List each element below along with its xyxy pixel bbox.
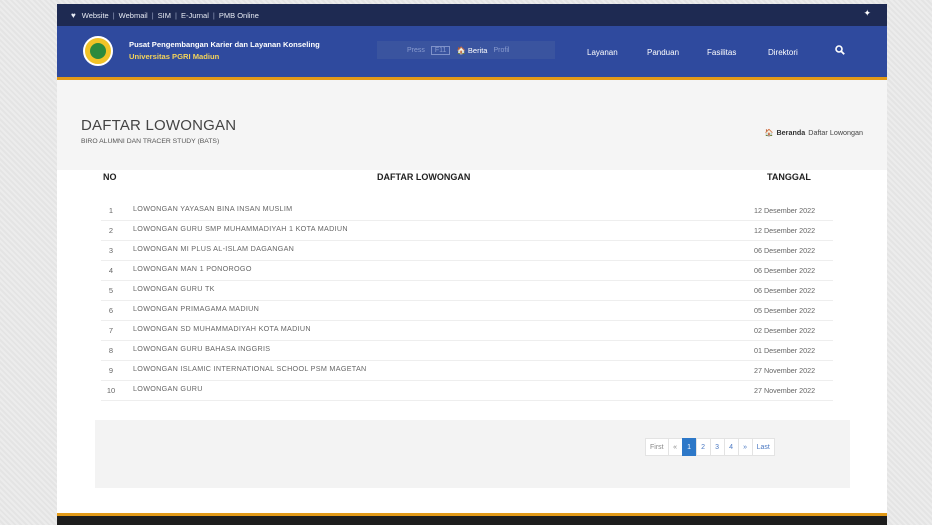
- row-date: 06 Desember 2022: [754, 286, 816, 295]
- page-button-3[interactable]: 3: [709, 438, 725, 456]
- brand-title: Pusat Pengembangan Karier dan Layanan Ko…: [129, 40, 320, 49]
- row-date: 27 November 2022: [754, 366, 816, 375]
- job-link[interactable]: LOWONGAN MAN 1 PONOROGO: [133, 264, 252, 273]
- top-link-sim[interactable]: SIM: [158, 11, 171, 20]
- row-number: 10: [106, 386, 116, 395]
- page-button-2[interactable]: 2: [695, 438, 711, 456]
- home-icon: 🏠: [456, 45, 466, 55]
- separator: |: [212, 10, 215, 20]
- row-date: 06 Desember 2022: [754, 266, 816, 275]
- breadcrumb: 🏠 Beranda Daftar Lowongan: [765, 128, 863, 137]
- job-link[interactable]: LOWONGAN SD MUHAMMADIYAH KOTA MADIUN: [133, 324, 311, 333]
- row-number: 1: [108, 206, 114, 215]
- row-date: 05 Desember 2022: [754, 306, 816, 315]
- top-link-website[interactable]: Website: [82, 11, 109, 20]
- row-number: 2: [108, 226, 114, 235]
- page-container: ♥ Website | Webmail | SIM | E-Jurnal | P…: [57, 4, 887, 525]
- row-date: 02 Desember 2022: [754, 326, 816, 335]
- table-row: 2 LOWONGAN GURU SMP MUHAMMADIYAH 1 KOTA …: [101, 220, 833, 241]
- row-number: 8: [108, 346, 114, 355]
- row-date: 12 Desember 2022: [754, 226, 816, 235]
- page-first-button[interactable]: First: [645, 438, 669, 456]
- breadcrumb-current: Daftar Lowongan: [808, 128, 863, 137]
- row-date: 01 Desember 2022: [754, 346, 816, 355]
- job-link[interactable]: LOWONGAN ISLAMIC INTERNATIONAL SCHOOL PS…: [133, 364, 367, 373]
- table-row: 5 LOWONGAN GURU TK 06 Desember 2022: [101, 280, 833, 301]
- job-link[interactable]: LOWONGAN GURU BAHASA INGGRIS: [133, 344, 270, 353]
- row-number: 5: [108, 286, 114, 295]
- table-row: 1 LOWONGAN YAYASAN BINA INSAN MUSLIM 12 …: [101, 200, 833, 221]
- top-link-webmail[interactable]: Webmail: [119, 11, 148, 20]
- top-link-pmb[interactable]: PMB Online: [219, 11, 259, 20]
- job-link[interactable]: LOWONGAN GURU SMP MUHAMMADIYAH 1 KOTA MA…: [133, 224, 348, 233]
- row-number: 4: [108, 266, 114, 275]
- page-prev-button[interactable]: «: [667, 438, 683, 456]
- nav-berita[interactable]: 🏠 Berita: [456, 46, 487, 55]
- table-row: 6 LOWONGAN PRIMAGAMA MADIUN 05 Desember …: [101, 300, 833, 321]
- row-date: 12 Desember 2022: [754, 206, 816, 215]
- nav-panduan[interactable]: Panduan: [647, 48, 679, 57]
- page-next-button[interactable]: »: [737, 438, 753, 456]
- row-date: 27 November 2022: [754, 386, 816, 395]
- row-number: 9: [108, 366, 114, 375]
- separator: |: [151, 10, 154, 20]
- job-link[interactable]: LOWONGAN YAYASAN BINA INSAN MUSLIM: [133, 204, 292, 213]
- job-link[interactable]: LOWONGAN GURU: [133, 384, 203, 393]
- page-last-button[interactable]: Last: [751, 438, 775, 456]
- top-links: ♥ Website | Webmail | SIM | E-Jurnal | P…: [71, 4, 259, 26]
- row-number: 7: [108, 326, 114, 335]
- column-header-tanggal: TANGGAL: [767, 172, 811, 182]
- brand-text[interactable]: Pusat Pengembangan Karier dan Layanan Ko…: [129, 39, 320, 63]
- pagination: First « 1 2 3 4 » Last: [645, 438, 775, 456]
- page-button-1[interactable]: 1: [681, 438, 697, 456]
- job-link[interactable]: LOWONGAN PRIMAGAMA MADIUN: [133, 304, 259, 313]
- table-row: 7 LOWONGAN SD MUHAMMADIYAH KOTA MADIUN 0…: [101, 320, 833, 341]
- scroll-top-icon[interactable]: ✦: [863, 8, 871, 19]
- fullscreen-hint: Press F11 🏠 Berita Profil: [377, 41, 555, 59]
- logo-emblem-icon: [90, 43, 106, 59]
- nav-profil[interactable]: Profil: [493, 47, 509, 54]
- hint-key: F11: [430, 45, 451, 55]
- column-header-lowongan: DAFTAR LOWONGAN: [377, 172, 471, 182]
- page-title: DAFTAR LOWONGAN: [81, 117, 237, 134]
- column-header-no: NO: [103, 172, 117, 182]
- table-row: 9 LOWONGAN ISLAMIC INTERNATIONAL SCHOOL …: [101, 360, 833, 381]
- site-footer: [57, 513, 887, 525]
- breadcrumb-home[interactable]: Beranda: [776, 128, 805, 137]
- job-link[interactable]: LOWONGAN MI PLUS AL-ISLAM DAGANGAN: [133, 244, 294, 253]
- nav-layanan[interactable]: Layanan: [587, 48, 618, 57]
- page-button-4[interactable]: 4: [723, 438, 739, 456]
- page-subtitle: BIRO ALUMNI DAN TRACER STUDY (BATS): [81, 138, 220, 145]
- brand-subtitle: Universitas PGRI Madiun: [129, 52, 220, 61]
- hint-press: Press: [407, 46, 425, 54]
- location-pin-icon: ♥: [71, 10, 76, 20]
- row-number: 6: [108, 306, 114, 315]
- nav-fasilitas[interactable]: Fasilitas: [707, 48, 736, 57]
- row-date: 06 Desember 2022: [754, 246, 816, 255]
- table-row: 10 LOWONGAN GURU 27 November 2022: [101, 380, 833, 401]
- separator: |: [175, 10, 177, 20]
- table-row: 8 LOWONGAN GURU BAHASA INGGRIS 01 Desemb…: [101, 340, 833, 361]
- table-row: 3 LOWONGAN MI PLUS AL-ISLAM DAGANGAN 06 …: [101, 240, 833, 261]
- top-bar: ♥ Website | Webmail | SIM | E-Jurnal | P…: [57, 4, 887, 26]
- site-header: Pusat Pengembangan Karier dan Layanan Ko…: [57, 26, 887, 80]
- table-row: 4 LOWONGAN MAN 1 PONOROGO 06 Desember 20…: [101, 260, 833, 281]
- search-icon[interactable]: [835, 45, 845, 55]
- university-logo[interactable]: [83, 36, 113, 66]
- nav-direktori[interactable]: Direktori: [768, 48, 798, 57]
- job-link[interactable]: LOWONGAN GURU TK: [133, 284, 215, 293]
- row-number: 3: [108, 246, 114, 255]
- separator: |: [112, 10, 115, 20]
- breadcrumb-home-icon: 🏠: [764, 128, 774, 137]
- top-link-ejurnal[interactable]: E-Jurnal: [181, 11, 209, 20]
